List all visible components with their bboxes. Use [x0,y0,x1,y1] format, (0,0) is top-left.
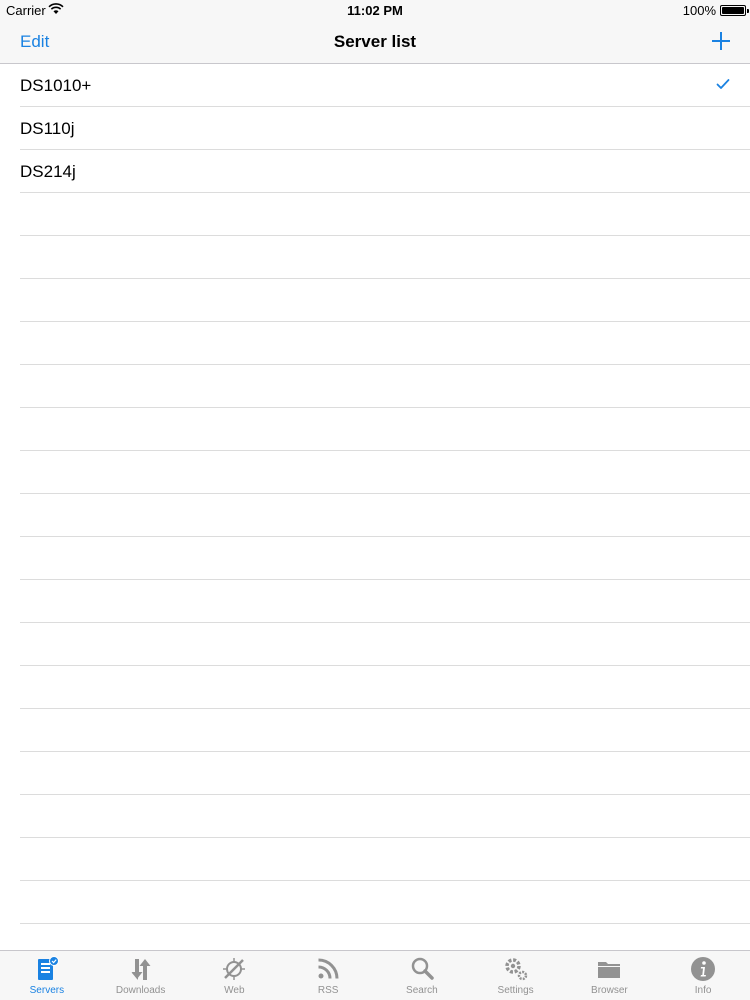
tab-label: Downloads [115,985,166,996]
server-list: DS1010+ DS110j DS214j [0,64,750,950]
tab-label: Info [694,985,712,996]
tab-downloads[interactable]: Downloads [94,951,188,1000]
empty-row [20,924,750,950]
battery-percent: 100% [682,3,716,18]
server-name: DS1010+ [20,76,92,95]
rss-icon [318,958,339,979]
navigation-bar: Edit Server list [0,20,750,64]
tab-label: RSS [317,985,339,996]
empty-row [20,881,750,924]
empty-row [20,752,750,795]
server-name: DS110j [20,119,75,138]
plus-icon[interactable] [706,26,736,56]
empty-row [20,709,750,752]
empty-row [20,408,750,451]
empty-row [20,236,750,279]
empty-row [20,666,750,709]
server-icon [37,956,59,980]
web-icon [223,958,246,980]
tab-servers[interactable]: Servers [0,951,94,1000]
tab-bar: Servers Downloads Web RSS Search Setting… [0,950,750,1000]
empty-row [20,838,750,881]
tab-label: Settings [497,985,534,996]
tab-label: Servers [29,985,65,996]
server-name: DS214j [20,162,76,181]
empty-row [20,451,750,494]
tab-settings[interactable]: Settings [469,951,563,1000]
empty-row [20,365,750,408]
server-row[interactable]: DS110j [20,107,750,150]
tab-label: Web [224,985,245,996]
empty-rows [0,193,750,950]
server-row[interactable]: DS214j [20,150,750,193]
empty-row [20,580,750,623]
server-row[interactable]: DS1010+ [20,64,750,107]
downloads-icon [131,959,151,980]
tab-label: Browser [591,985,628,996]
status-bar: Carrier 11:02 PM 100% [0,0,750,20]
checkmark-icon [716,79,730,89]
tab-browser[interactable]: Browser [563,951,657,1000]
tab-web[interactable]: Web [188,951,282,1000]
empty-row [20,193,750,236]
tab-rss[interactable]: RSS [281,951,375,1000]
empty-row [20,623,750,666]
search-icon [411,957,434,980]
empty-row [20,795,750,838]
page-title: Server list [333,32,417,51]
settings-icon [504,958,527,981]
empty-row [20,537,750,580]
folder-icon [598,962,621,978]
tab-label: Search [406,985,438,996]
status-time: 11:02 PM [347,3,403,18]
empty-row [20,494,750,537]
empty-row [20,322,750,365]
tab-info[interactable]: Info [656,951,750,1000]
tab-search[interactable]: Search [375,951,469,1000]
empty-row [20,279,750,322]
battery-icon [720,5,749,16]
info-icon [691,957,716,981]
